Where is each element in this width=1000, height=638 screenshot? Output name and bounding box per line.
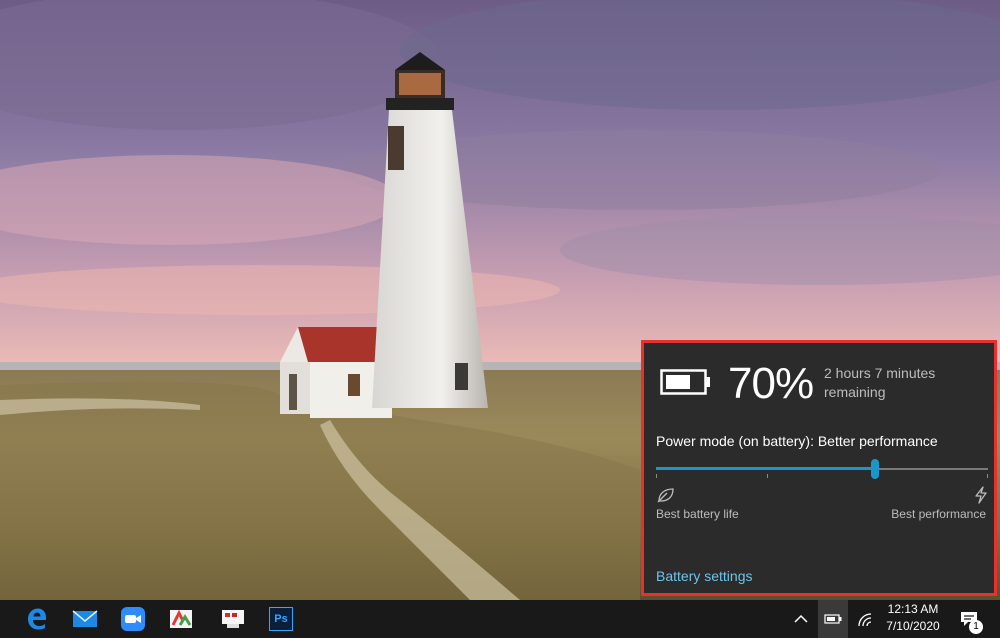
wifi-icon[interactable] xyxy=(852,600,878,638)
leaf-icon xyxy=(657,487,675,508)
clock-time: 12:13 AM xyxy=(887,602,939,616)
battery-icon[interactable] xyxy=(818,600,848,638)
edge-icon[interactable] xyxy=(14,600,60,638)
taskbar-clock[interactable]: 12:13 AM 7/10/2020 xyxy=(880,601,946,635)
time-remaining-text: 2 hours 7 minutes remaining xyxy=(824,365,936,400)
battery-level-icon xyxy=(660,369,712,400)
best-battery-life-label: Best battery life xyxy=(656,507,739,521)
best-performance-label: Best performance xyxy=(891,507,986,521)
taskbar: Ps 12:13 AM 7/10/2020 xyxy=(0,600,1000,638)
slider-tick xyxy=(767,474,768,478)
power-mode-label: Power mode (on battery): Better performa… xyxy=(656,433,938,449)
power-mode-slider[interactable] xyxy=(656,457,988,481)
notification-count-badge: 1 xyxy=(969,620,983,634)
battery-percentage: 70% xyxy=(728,359,814,408)
slider-tick xyxy=(987,474,988,478)
photos-icon[interactable] xyxy=(158,600,204,638)
battery-settings-link[interactable]: Battery settings xyxy=(656,568,753,584)
slider-thumb[interactable] xyxy=(871,459,879,479)
photoshop-icon[interactable]: Ps xyxy=(258,600,304,638)
app-icon[interactable] xyxy=(210,600,256,638)
mail-icon[interactable] xyxy=(62,600,108,638)
chevron-up-icon[interactable] xyxy=(788,600,814,638)
clock-date: 7/10/2020 xyxy=(886,619,940,633)
zoom-icon[interactable] xyxy=(110,600,156,638)
battery-flyout: 70% 2 hours 7 minutes remaining Power mo… xyxy=(641,340,997,596)
slider-tick xyxy=(656,474,657,478)
slider-track-fill xyxy=(656,467,875,470)
lightning-bolt-icon xyxy=(974,486,988,509)
photoshop-label: Ps xyxy=(269,607,293,631)
